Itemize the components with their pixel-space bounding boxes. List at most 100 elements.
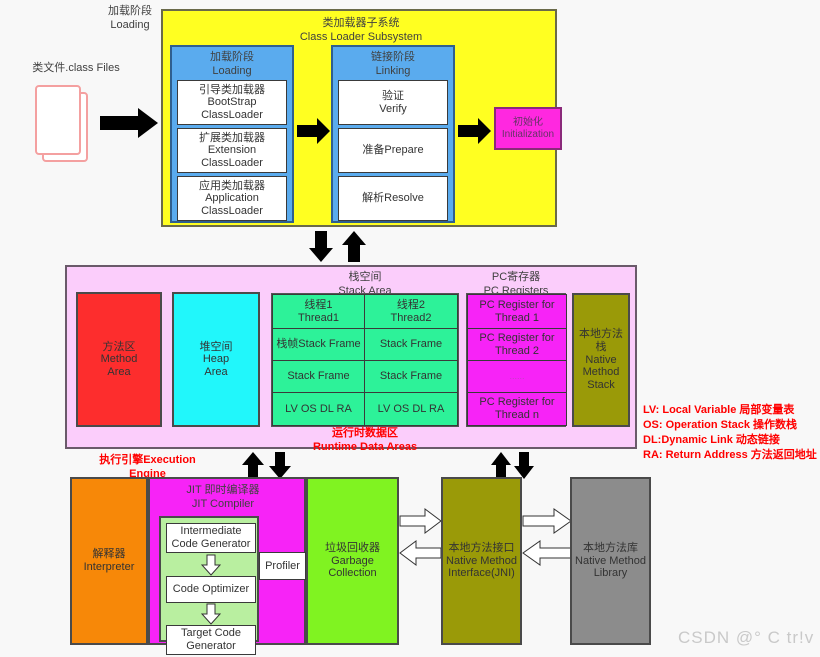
pc-registers-grid: PC Register for Thread 1 PC Register for… xyxy=(466,293,567,427)
arrow-runtime-down-to-jni xyxy=(514,452,534,479)
intermediate-code-generator-line2: Code Generator xyxy=(171,538,251,550)
intermediate-code-generator-line1: Intermediate xyxy=(180,525,242,538)
interpreter-box[interactable]: 解释器 Interpreter xyxy=(70,477,148,645)
runtime-data-areas-footer: 运行时数据区 Runtime Data Areas xyxy=(270,427,460,455)
arrow-runtime-up-from-jni xyxy=(491,452,511,479)
interpreter-cn: 解释器 xyxy=(92,548,126,561)
pc-register-row-2-line2: Thread 2 xyxy=(494,344,539,357)
method-area-box[interactable]: 方法区 Method Area xyxy=(76,292,162,427)
arrow-jni-to-library xyxy=(522,508,572,534)
native-method-stack-en1: Native xyxy=(585,353,617,366)
garbage-collection-en2: Collection xyxy=(328,567,377,580)
bootstrap-classloader-en1: BootStrap xyxy=(207,96,257,109)
class-loader-subsystem-title-en: Class Loader Subsystem xyxy=(299,30,423,43)
initialization-box[interactable]: 初始化 Initialization xyxy=(494,107,562,150)
thread2-frame-3: LV OS DL RA xyxy=(364,392,458,426)
jit-compiler-title-cn: JIT 即时编译器 xyxy=(186,484,260,496)
linking-phase-header-cn: 链接阶段 xyxy=(371,51,415,63)
class-loader-subsystem-title: 类加载器子系统 Class Loader Subsystem xyxy=(163,17,559,45)
class-file-sheet-front xyxy=(35,85,81,155)
class-files-label: 类文件.class Files xyxy=(32,62,120,74)
thread1-frame-3-label: LV OS DL RA xyxy=(285,402,352,415)
target-code-generator-line1: Target Code xyxy=(181,627,241,640)
native-method-library-en1: Native Method xyxy=(575,554,646,567)
thread1-frame-2: Stack Frame xyxy=(272,360,365,393)
extension-classloader-en2: ClassLoader xyxy=(201,156,263,169)
arrow-gc-to-jni xyxy=(399,508,442,534)
arrow-loading-to-linking xyxy=(297,118,330,144)
jni-en2: Interface(JNI) xyxy=(448,567,515,580)
pc-register-row-n-line2: Thread n xyxy=(494,409,539,421)
class-loader-subsystem: 类加载器子系统 Class Loader Subsystem 加载阶段 Load… xyxy=(161,9,562,227)
native-method-stack-en3: Stack xyxy=(587,378,615,391)
thread1-frame-2-label: Stack Frame xyxy=(287,370,350,383)
arrow-jni-to-gc xyxy=(399,540,442,566)
verify-box[interactable]: 验证 Verify xyxy=(338,80,448,125)
extension-classloader-en1: Extension xyxy=(207,144,257,157)
native-method-stack-box[interactable]: 本地方法栈 Native Method Stack xyxy=(572,293,630,427)
pc-register-row-ellipsis-label: ...... xyxy=(509,371,525,382)
interpreter-en: Interpreter xyxy=(83,561,135,573)
runtime-data-areas-footer-cn: 运行时数据区 xyxy=(332,427,398,439)
application-classloader-en1: Application xyxy=(205,192,259,205)
thread2-header-cn: 线程2 xyxy=(396,298,426,311)
pc-registers-title-cn: PC寄存器 xyxy=(491,271,541,283)
arrow-classfiles-to-loader xyxy=(100,108,158,138)
thread2-frame-1: Stack Frame xyxy=(364,328,458,361)
legend-line-lv: LV: Local Variable 局部变量表 xyxy=(643,404,795,416)
loading-phase-header: 加载阶段 Loading xyxy=(172,51,292,79)
stack-area-title-cn: 栈空间 xyxy=(348,271,382,283)
jni-box[interactable]: 本地方法接口 Native Method Interface(JNI) xyxy=(441,477,522,645)
application-classloader-box[interactable]: 应用类加载器 Application ClassLoader xyxy=(177,176,287,221)
method-area-en1: Method xyxy=(100,353,138,366)
pc-register-row-n-line1: PC Register for xyxy=(479,396,555,409)
garbage-collection-box[interactable]: 垃圾回收器 Garbage Collection xyxy=(306,477,399,645)
native-method-library-box[interactable]: 本地方法库 Native Method Library xyxy=(570,477,651,645)
resolve-label: 解析Resolve xyxy=(362,192,424,205)
pc-register-row-2: PC Register for Thread 2 xyxy=(467,328,567,361)
pc-register-row-ellipsis: ...... xyxy=(467,360,567,393)
thread2-frame-3-label: LV OS DL RA xyxy=(377,402,445,415)
loading-phase-box: 加载阶段 Loading 引导类加载器 BootStrap ClassLoade… xyxy=(170,45,294,223)
thread1-frame-3: LV OS DL RA xyxy=(272,392,365,426)
heap-area-en2: Area xyxy=(204,365,228,378)
execution-engine-label-cn: 执行引擎Execution xyxy=(99,454,196,466)
arrow-intermediate-to-optimizer xyxy=(201,554,221,576)
arrow-optimizer-to-target xyxy=(201,603,221,625)
pc-register-row-1-line1: PC Register for xyxy=(479,298,555,311)
thread2-header: 线程2 Thread2 xyxy=(364,294,458,329)
intermediate-code-generator-box[interactable]: Intermediate Code Generator xyxy=(166,523,256,553)
extension-classloader-box[interactable]: 扩展类加载器 Extension ClassLoader xyxy=(177,128,287,173)
thread1-header-cn: 线程1 xyxy=(304,298,333,311)
heap-area-en1: Heap xyxy=(202,353,230,366)
native-method-stack-cn: 本地方法栈 xyxy=(579,328,623,354)
jni-cn: 本地方法接口 xyxy=(448,542,515,555)
profiler-label: Profiler xyxy=(265,559,300,572)
runtime-data-areas-footer-en: Runtime Data Areas xyxy=(312,440,418,453)
resolve-box[interactable]: 解析Resolve xyxy=(338,176,448,221)
arrow-linking-to-initialization xyxy=(458,118,491,144)
jit-compiler-title: JIT 即时编译器 JIT Compiler xyxy=(150,484,296,512)
application-classloader-cn: 应用类加载器 xyxy=(199,179,265,192)
watermark: CSDN @° C tr!v xyxy=(678,628,815,647)
initialization-cn: 初始化 xyxy=(512,117,543,128)
thread2-frame-2-label: Stack Frame xyxy=(379,370,443,383)
heap-area-box[interactable]: 堆空间 Heap Area xyxy=(172,292,260,427)
extension-classloader-cn: 扩展类加载器 xyxy=(199,131,265,144)
thread2-frame-1-label: Stack Frame xyxy=(379,338,443,351)
native-method-library-cn: 本地方法库 xyxy=(583,542,638,555)
jni-en1: Native Method xyxy=(446,554,517,567)
verify-en: Verify xyxy=(379,102,407,115)
thread1-frame-1-label: 栈帧Stack Frame xyxy=(276,338,361,351)
prepare-box[interactable]: 准备Prepare xyxy=(338,128,448,173)
code-optimizer-box[interactable]: Code Optimizer xyxy=(166,576,256,603)
profiler-box[interactable]: Profiler xyxy=(259,552,306,580)
bootstrap-classloader-box[interactable]: 引导类加载器 BootStrap ClassLoader xyxy=(177,80,287,125)
thread2-frame-2: Stack Frame xyxy=(364,360,458,393)
target-code-generator-box[interactable]: Target Code Generator xyxy=(166,625,256,655)
code-optimizer-label: Code Optimizer xyxy=(172,583,250,596)
garbage-collection-cn: 垃圾回收器 xyxy=(325,542,380,555)
bootstrap-classloader-en2: ClassLoader xyxy=(201,108,263,121)
native-method-library-en2: Library xyxy=(593,567,628,580)
garbage-collection-en1: Garbage xyxy=(331,554,374,567)
